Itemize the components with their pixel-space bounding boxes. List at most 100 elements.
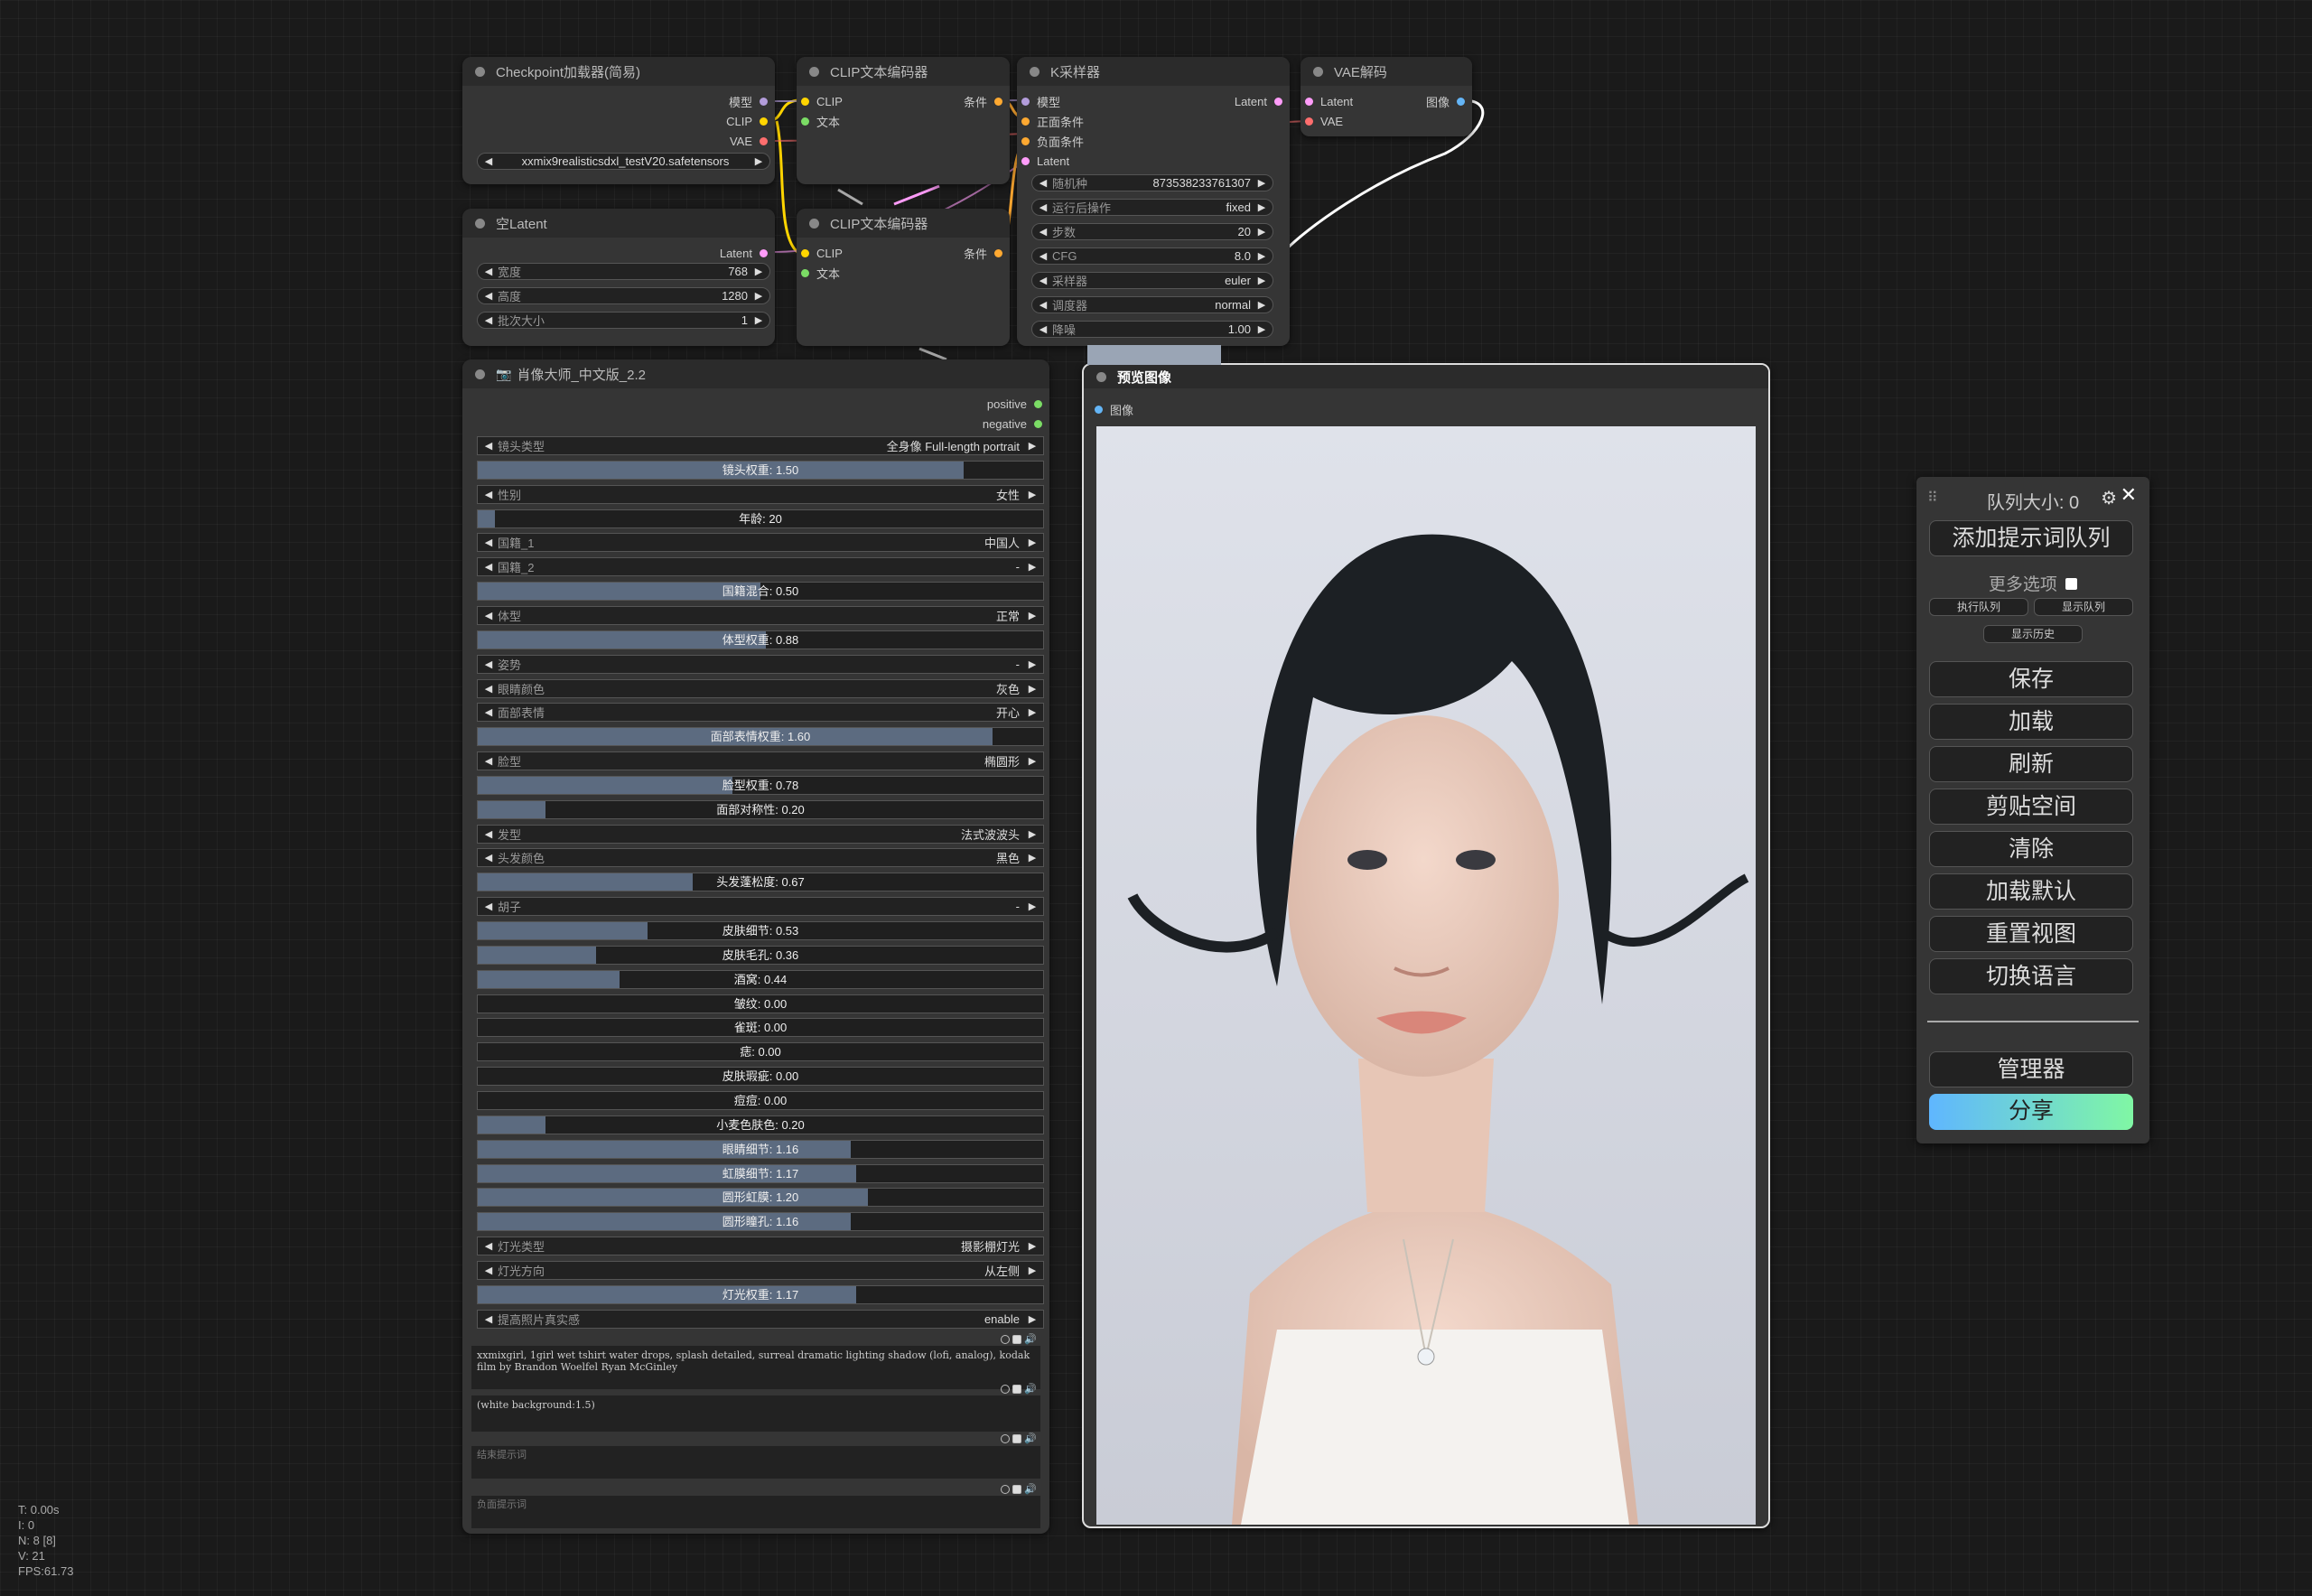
portrait-combo[interactable]: ◀ 脸型 椭圆形 ▶ [477,751,1044,771]
chevron-right-icon[interactable]: ▶ [1256,323,1267,335]
portrait-combo[interactable]: ◀ 面部表情 开心 ▶ [477,703,1044,723]
node-collapse-dot[interactable] [475,218,485,229]
output-latent[interactable]: Latent [1235,93,1282,109]
checkpoint-loader-node[interactable]: Checkpoint加载器(简易) 模型 CLIP VAE ◀ xxmix9re… [462,57,775,184]
output-conditioning[interactable]: 条件 [964,93,1002,109]
chevron-left-icon[interactable]: ◀ [1038,323,1049,335]
add-prompt-queue-button[interactable]: 添加提示词队列 [1929,520,2133,556]
chevron-left-icon[interactable]: ◀ [1038,201,1049,213]
output-positive[interactable]: positive [987,396,1042,412]
portrait-combo[interactable]: ◀ 灯光方向 从左侧 ▶ [477,1260,1044,1280]
input-clip[interactable]: CLIP [801,245,843,261]
end-prompt-textarea[interactable]: 结束提示词 [471,1446,1040,1479]
chevron-right-icon[interactable]: ▶ [1256,226,1267,238]
chevron-right-icon[interactable]: ▶ [1027,706,1038,718]
more-options-checkbox[interactable] [2065,578,2078,590]
chevron-left-icon[interactable]: ◀ [483,1240,494,1252]
chevron-left-icon[interactable]: ◀ [1038,299,1049,311]
ksampler-widget[interactable]: ◀ 采样器 euler ▶ [1031,272,1273,289]
portrait-slider[interactable]: 皮肤毛孔: 0.36 [477,945,1044,965]
panel-button[interactable]: 刷新 [1929,746,2133,782]
gear-icon[interactable]: ⚙ [2101,487,2117,509]
text-toggles-3[interactable]: 🔊 [1001,1433,1037,1444]
chevron-right-icon[interactable]: ▶ [1027,537,1038,548]
chevron-right-icon[interactable]: ▶ [1027,755,1038,767]
portrait-slider[interactable]: 虹膜细节: 1.17 [477,1163,1044,1183]
chevron-left-icon[interactable]: ◀ [483,901,494,912]
panel-button[interactable]: 清除 [1929,831,2133,867]
portrait-combo[interactable]: ◀ 镜头类型 全身像 Full-length portrait ▶ [477,436,1044,455]
node-collapse-dot[interactable] [1313,66,1323,77]
negative-prompt-textarea[interactable]: 负面提示词 [471,1496,1040,1528]
chevron-right-icon[interactable]: ▶ [1027,1313,1038,1325]
panel-button[interactable]: 剪贴空间 [1929,789,2133,825]
vae-decode-node[interactable]: VAE解码 Latent VAE 图像 [1300,57,1472,136]
portrait-slider[interactable]: 痣: 0.00 [477,1042,1044,1062]
chevron-right-icon[interactable]: ▶ [1027,828,1038,840]
clip-text-encode-node-2[interactable]: CLIP文本编码器 CLIP 文本 条件 [797,209,1010,346]
chevron-right-icon[interactable]: ▶ [1027,561,1038,573]
chevron-right-icon[interactable]: ▶ [1027,610,1038,621]
portrait-slider[interactable]: 痘痘: 0.00 [477,1090,1044,1110]
portrait-slider[interactable]: 小麦色肤色: 0.20 [477,1115,1044,1134]
input-latent[interactable]: Latent [1021,153,1069,169]
chevron-left-icon[interactable]: ◀ [1038,226,1049,238]
output-image[interactable]: 图像 [1426,93,1465,109]
portrait-master-node[interactable]: 📷 肖像大师_中文版_2.2 positive negative ◀ 镜头类型 全身像… [462,359,1049,1534]
chevron-right-icon[interactable]: ▶ [1027,852,1038,863]
panel-button[interactable]: 重置视图 [1929,916,2133,952]
portrait-combo[interactable]: ◀ 提高照片真实感 enable ▶ [477,1309,1044,1329]
text-toggles-1[interactable]: 🔊 [1001,1333,1037,1345]
panel-button[interactable]: 加载 [1929,704,2133,740]
portrait-slider[interactable]: 皮肤瑕疵: 0.00 [477,1067,1044,1087]
node-collapse-dot[interactable] [1030,66,1039,77]
portrait-combo[interactable]: ◀ 体型 正常 ▶ [477,605,1044,625]
ksampler-widget[interactable]: ◀ 调度器 normal ▶ [1031,296,1273,313]
chevron-right-icon[interactable]: ▶ [1256,250,1267,262]
ksampler-widget[interactable]: ◀ CFG 8.0 ▶ [1031,247,1273,265]
portrait-slider[interactable]: 雀斑: 0.00 [477,1018,1044,1038]
chevron-right-icon[interactable]: ▶ [1027,658,1038,670]
empty-latent-node[interactable]: 空Latent Latent ◀ 宽度 768 ▶ ◀ 高度 1280 ▶ ◀ 批次大小 1 ▶ [462,209,775,346]
node-collapse-dot[interactable] [475,369,485,379]
chevron-left-icon[interactable]: ◀ [483,852,494,863]
input-vae[interactable]: VAE [1305,113,1343,129]
chevron-right-icon[interactable]: ▶ [1027,1265,1038,1276]
latent-widget[interactable]: ◀ 批次大小 1 ▶ [477,312,770,329]
output-negative[interactable]: negative [983,415,1042,432]
chevron-right-icon[interactable]: ▶ [1027,683,1038,695]
input-text[interactable]: 文本 [801,265,840,281]
panel-button[interactable]: 加载默认 [1929,873,2133,910]
portrait-slider[interactable]: 圆形瞳孔: 1.16 [477,1212,1044,1232]
latent-widget[interactable]: ◀ 宽度 768 ▶ [477,263,770,280]
portrait-combo[interactable]: ◀ 国籍_2 - ▶ [477,557,1044,577]
show-history-button[interactable]: 显示历史 [1983,625,2083,643]
output-vae[interactable]: VAE [730,133,768,149]
portrait-combo[interactable]: ◀ 头发颜色 黑色 ▶ [477,848,1044,868]
input-model[interactable]: 模型 [1021,93,1060,109]
portrait-slider[interactable]: 国籍混合: 0.50 [477,582,1044,602]
preview-image-node[interactable]: 预览图像 图像 [1082,363,1770,1528]
chevron-left-icon[interactable]: ◀ [483,440,494,452]
chevron-left-icon[interactable]: ◀ [483,1265,494,1276]
show-queue-button[interactable]: 显示队列 [2034,598,2133,616]
manager-button[interactable]: 管理器 [1929,1051,2133,1087]
latent-widget[interactable]: ◀ 高度 1280 ▶ [477,287,770,304]
panel-button[interactable]: 保存 [1929,661,2133,697]
chevron-left-icon[interactable]: ◀ [483,489,494,500]
chevron-left-icon[interactable]: ◀ [483,314,494,326]
chevron-right-icon[interactable]: ▶ [1027,489,1038,500]
chevron-left-icon[interactable]: ◀ [1038,275,1049,286]
chevron-left-icon[interactable]: ◀ [483,1313,494,1325]
share-button[interactable]: 分享 [1929,1094,2133,1130]
prompt-textarea-1[interactable]: xxmixgirl, 1girl wet tshirt water drops,… [471,1346,1040,1389]
text-toggles-4[interactable]: 🔊 [1001,1483,1037,1495]
chevron-right-icon[interactable]: ▶ [1256,299,1267,311]
ksampler-widget[interactable]: ◀ 降噪 1.00 ▶ [1031,321,1273,338]
close-icon[interactable]: ✕ [2121,483,2137,507]
portrait-slider[interactable]: 皮肤细节: 0.53 [477,921,1044,940]
ksampler-widget[interactable]: ◀ 运行后操作 fixed ▶ [1031,199,1273,216]
queue-panel[interactable]: ⠿ 队列大小: 0 ⚙ ✕ 添加提示词队列 更多选项 执行队列 显示队列 显示历… [1916,477,2149,1143]
input-positive[interactable]: 正面条件 [1021,113,1084,129]
panel-button[interactable]: 切换语言 [1929,958,2133,994]
